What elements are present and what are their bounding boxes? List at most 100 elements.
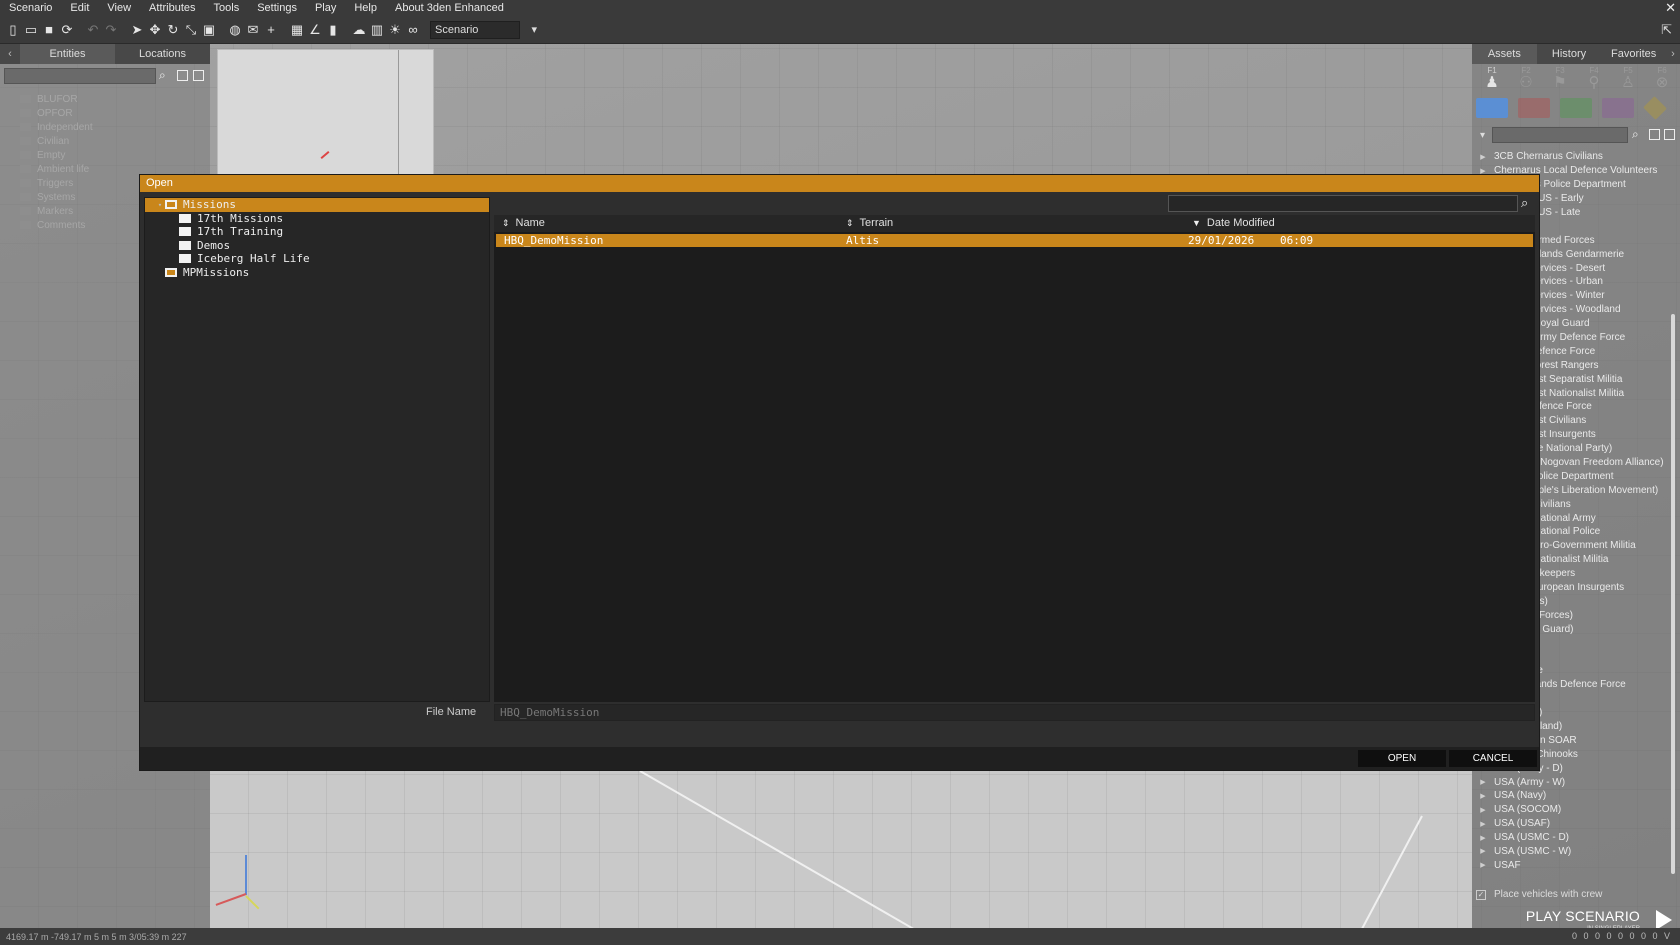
open-folder-icon[interactable]: ▭ xyxy=(23,22,39,38)
menu-item[interactable]: Attributes xyxy=(140,0,204,16)
expand-icon[interactable]: ▶ xyxy=(1472,792,1494,800)
entity-category[interactable]: Empty xyxy=(20,148,93,162)
faction-item[interactable]: ▶ USAF xyxy=(1472,858,1668,872)
menu-item[interactable]: Tools xyxy=(205,0,249,16)
menu-item[interactable]: Scenario xyxy=(0,0,61,16)
mode-select[interactable]: Scenario ▾ xyxy=(430,20,537,39)
new-file-icon[interactable]: ▯ xyxy=(5,22,21,38)
entity-category[interactable]: OPFOR xyxy=(20,106,93,120)
entity-category[interactable]: Independent xyxy=(20,120,93,134)
tab-assets[interactable]: Assets xyxy=(1472,44,1537,64)
faction-item[interactable]: ▶ USA (USMC - D) xyxy=(1472,831,1668,845)
collapse-right-icon[interactable]: › xyxy=(1666,48,1680,60)
chevron-down-icon[interactable]: ▾ xyxy=(1480,130,1485,141)
tab-favorites[interactable]: Favorites xyxy=(1601,44,1666,64)
collapse-all-button[interactable] xyxy=(177,70,188,81)
menu-item[interactable]: Help xyxy=(345,0,386,16)
folder-tree-item[interactable]: 17th Missions xyxy=(145,212,489,226)
chevron-down-icon[interactable]: ▾ xyxy=(531,22,537,38)
globe-icon[interactable]: ◍ xyxy=(227,22,243,38)
side-button[interactable] xyxy=(1518,98,1550,118)
refresh-icon[interactable]: ⟳ xyxy=(59,22,75,38)
expand-all-button[interactable] xyxy=(193,70,204,81)
scrollbar[interactable] xyxy=(1671,314,1675,874)
faction-item[interactable]: ▶ 3CB Chernarus Civilians xyxy=(1472,150,1668,164)
column-terrain[interactable]: ⇕ Terrain xyxy=(846,215,893,232)
entity-category[interactable]: Civilian xyxy=(20,134,93,148)
expand-icon[interactable]: ▶ xyxy=(1472,847,1494,855)
bars-icon[interactable]: ▥ xyxy=(369,22,385,38)
side-button[interactable] xyxy=(1476,98,1508,118)
menu-item[interactable]: About 3den Enhanced xyxy=(386,0,513,16)
expand-icon[interactable]: ▾ xyxy=(155,201,165,209)
faction-item[interactable]: ▶ USA (USAF) xyxy=(1472,817,1668,831)
grid-icon[interactable]: ▦ xyxy=(289,22,305,38)
tab-entities[interactable]: Entities xyxy=(20,44,115,64)
close-icon[interactable]: ✕ xyxy=(1665,0,1676,16)
binoculars-icon[interactable]: ∞ xyxy=(405,22,421,38)
add-icon[interactable]: + xyxy=(263,22,279,38)
folder-tree-item[interactable]: Iceberg Half Life xyxy=(145,252,489,266)
move-icon[interactable]: ✥ xyxy=(147,22,163,38)
menu-item[interactable]: Edit xyxy=(61,0,98,16)
menu-item[interactable]: Play xyxy=(306,0,345,16)
faction-item[interactable]: ▶ USA (USMC - W) xyxy=(1472,845,1668,859)
search-icon[interactable]: ⌕ xyxy=(159,68,166,83)
file-name-input[interactable]: HBQ_DemoMission xyxy=(494,704,1535,721)
side-button[interactable] xyxy=(1602,98,1634,118)
entity-category[interactable]: Systems xyxy=(20,190,93,204)
entity-category[interactable]: Ambient life xyxy=(20,162,93,176)
side-button[interactable] xyxy=(1643,96,1667,120)
weather-icon[interactable]: ☁ xyxy=(351,22,367,38)
folder-tree-item[interactable]: MPMissions xyxy=(145,266,489,280)
entity-category[interactable]: Comments xyxy=(20,218,93,232)
expand-icon[interactable]: ▶ xyxy=(1472,820,1494,828)
category-groups[interactable]: F2 ⚇ xyxy=(1516,66,1536,91)
menu-item[interactable]: View xyxy=(98,0,140,16)
undo-icon[interactable]: ↶ xyxy=(85,22,101,38)
export-icon[interactable]: ⇱ xyxy=(1661,22,1672,38)
tab-history[interactable]: History xyxy=(1537,44,1602,64)
slider-icon[interactable]: ▮ xyxy=(325,22,341,38)
entity-category[interactable]: BLUFOR xyxy=(20,92,93,106)
search-icon[interactable]: ⌕ xyxy=(1632,127,1639,142)
faction-item[interactable]: ▶ USA (SOCOM) xyxy=(1472,803,1668,817)
category-empty[interactable]: F6 ⊗ xyxy=(1652,66,1672,91)
folder-tree-item[interactable]: ▾ Missions xyxy=(145,198,489,212)
surface-snap-icon[interactable]: ✉ xyxy=(245,22,261,38)
expand-icon[interactable]: ▶ xyxy=(1472,834,1494,842)
entity-category[interactable]: Triggers xyxy=(20,176,93,190)
save-icon[interactable]: ■ xyxy=(41,22,57,38)
category-waypoints[interactable]: F4 ⚲ xyxy=(1584,66,1604,91)
column-date-modified[interactable]: ▼ Date Modified xyxy=(1192,215,1275,232)
dialog-search-input[interactable] xyxy=(1168,195,1518,212)
category-markers[interactable]: F5 ♙ xyxy=(1618,66,1638,91)
assets-search-input[interactable] xyxy=(1492,127,1628,143)
folder-tree-item[interactable]: Demos xyxy=(145,239,489,253)
faction-item[interactable]: ▶ USA (Navy) xyxy=(1472,789,1668,803)
collapse-left-icon[interactable]: ‹ xyxy=(0,48,20,60)
category-modules[interactable]: F3 ⚑ xyxy=(1550,66,1570,91)
folder-tree-item[interactable]: 17th Training xyxy=(145,225,489,239)
redo-icon[interactable]: ↷ xyxy=(103,22,119,38)
scale-icon[interactable]: ⤡ xyxy=(183,22,199,38)
expand-icon[interactable]: ▶ xyxy=(1472,806,1494,814)
expand-icon[interactable]: ▶ xyxy=(1472,778,1494,786)
area-icon[interactable]: ▣ xyxy=(201,22,217,38)
column-name[interactable]: ⇕ Name xyxy=(502,215,545,232)
tab-locations[interactable]: Locations xyxy=(115,44,210,64)
entities-search-input[interactable] xyxy=(4,68,156,84)
side-button[interactable] xyxy=(1560,98,1592,118)
place-vehicles-checkbox[interactable]: ✓ Place vehicles with crew xyxy=(1476,889,1602,900)
open-button[interactable]: OPEN xyxy=(1358,750,1446,767)
rotate-icon[interactable]: ↻ xyxy=(165,22,181,38)
play-scenario-button[interactable]: PLAY SCENARIO IN SINGLEPLAYER xyxy=(1472,908,1680,932)
menu-item[interactable]: Settings xyxy=(248,0,306,16)
expand-icon[interactable]: ▶ xyxy=(1472,153,1494,161)
category-units[interactable]: F1 ♟ xyxy=(1482,66,1502,91)
collapse-all-button[interactable] xyxy=(1649,129,1660,140)
entity-category[interactable]: Markers xyxy=(20,204,93,218)
expand-all-button[interactable] xyxy=(1664,129,1675,140)
faction-item[interactable]: ▶ USA (Army - W) xyxy=(1472,775,1668,789)
expand-icon[interactable]: ▶ xyxy=(1472,167,1494,175)
